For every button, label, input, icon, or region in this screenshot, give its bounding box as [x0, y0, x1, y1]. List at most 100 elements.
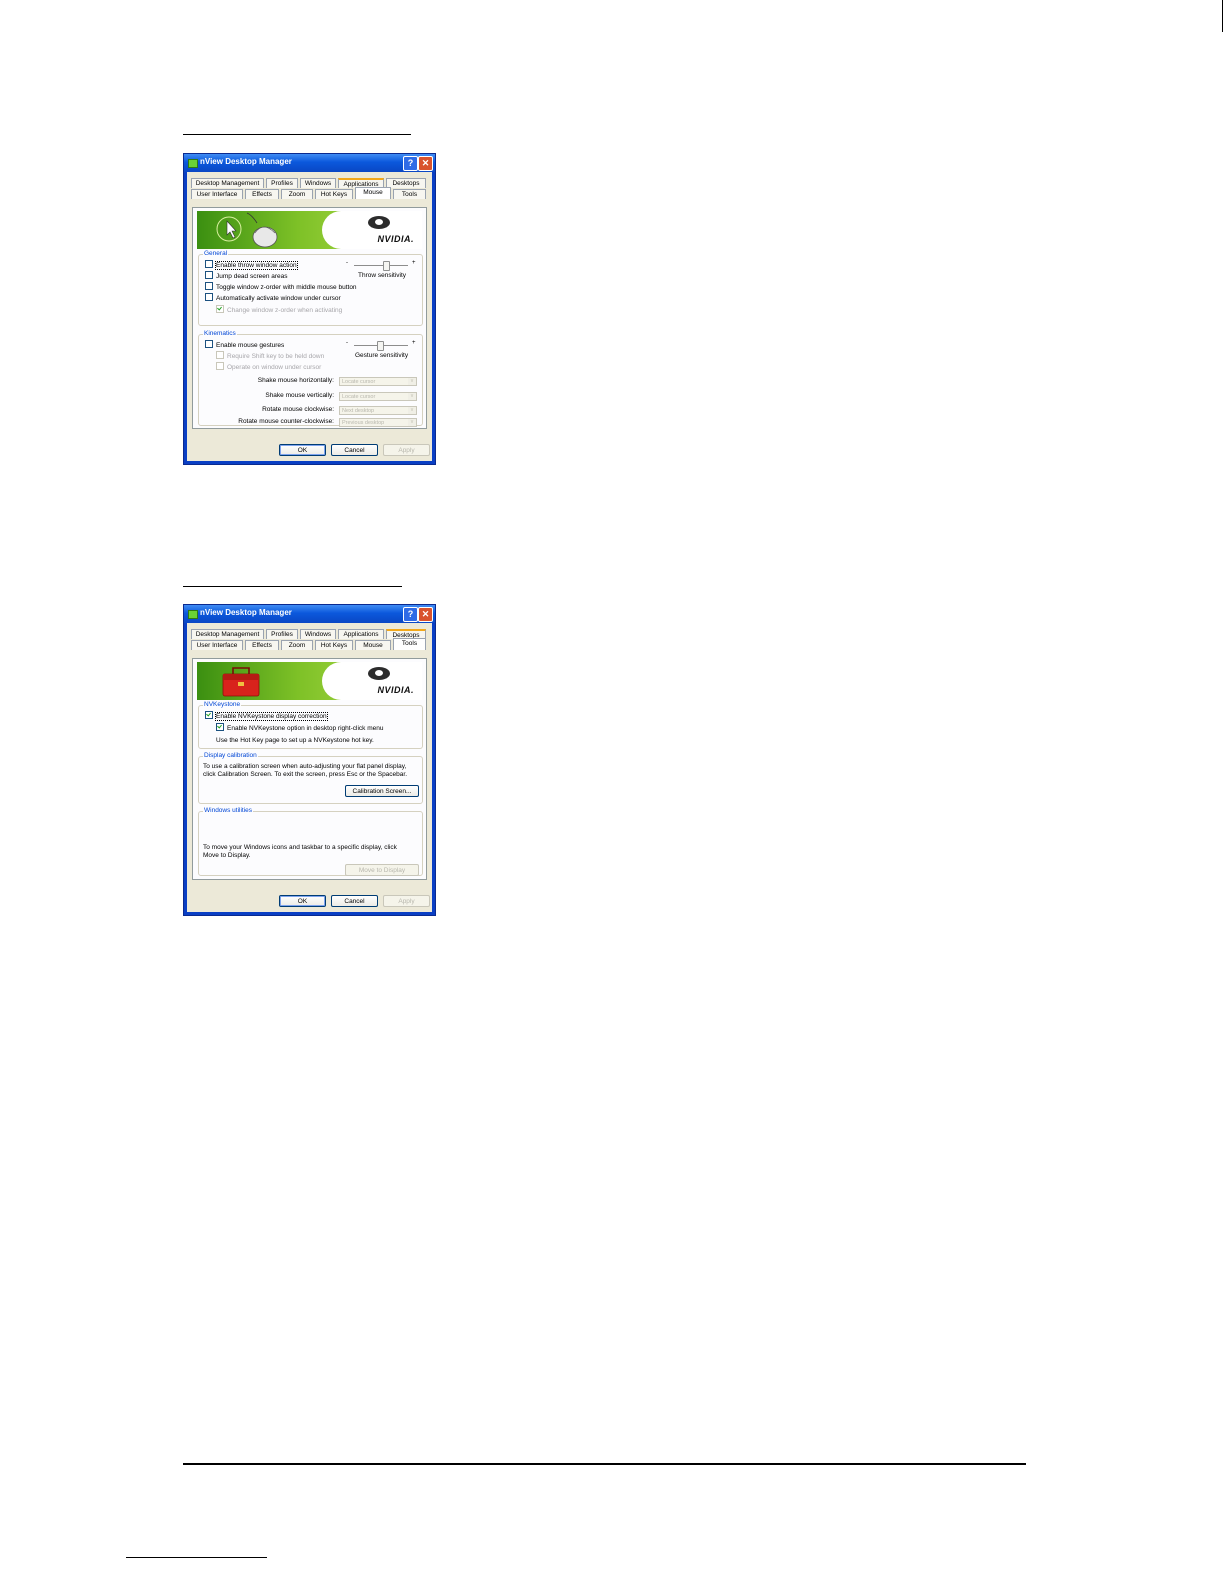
- nview-app-icon: [188, 610, 198, 619]
- throw-sensitivity-label: Throw sensitivity: [358, 272, 407, 279]
- tab-tools[interactable]: Tools: [393, 638, 426, 650]
- tab-desktop-management[interactable]: Desktop Management: [191, 629, 264, 639]
- checkbox-box[interactable]: [205, 271, 213, 280]
- nvidia-logo-area: NVIDIA.: [322, 662, 422, 700]
- calibration-text-1: To use a calibration screen when auto-ad…: [203, 763, 407, 770]
- checkbox-label: Enable throw window action: [215, 261, 298, 270]
- windows-utilities-text-1: To move your Windows icons and taskbar t…: [203, 844, 397, 851]
- tab-desktops[interactable]: Desktops: [386, 178, 426, 188]
- ok-button[interactable]: OK: [279, 895, 326, 907]
- nvidia-eye-icon: [368, 667, 390, 680]
- checkbox-label: Enable NVKeystone display correction: [215, 712, 328, 721]
- change-zorder-checkbox[interactable]: Change window z-order when activating: [216, 305, 343, 315]
- dialog-title: nView Desktop Manager: [200, 157, 292, 166]
- caption-rule-2: [183, 586, 402, 587]
- cancel-button[interactable]: Cancel: [331, 444, 378, 456]
- help-button[interactable]: ?: [403, 156, 418, 171]
- close-button[interactable]: ✕: [418, 607, 433, 622]
- tab-profiles[interactable]: Profiles: [266, 629, 298, 639]
- checkbox-box[interactable]: [216, 362, 224, 371]
- tab-user-interface[interactable]: User Interface: [191, 640, 243, 650]
- tab-hot-keys[interactable]: Hot Keys: [315, 640, 353, 650]
- tab-zoom[interactable]: Zoom: [281, 640, 313, 650]
- tab-mouse[interactable]: Mouse: [355, 640, 391, 650]
- close-button[interactable]: ✕: [418, 156, 433, 171]
- rotate-counter-clockwise-select[interactable]: Previous desktop v: [339, 418, 417, 427]
- checkbox-box[interactable]: [205, 282, 213, 291]
- mouse-gestures-checkbox[interactable]: Enable mouse gestures: [205, 340, 284, 350]
- tab-effects[interactable]: Effects: [245, 189, 279, 199]
- chevron-down-icon[interactable]: v: [408, 378, 416, 385]
- tab-profiles[interactable]: Profiles: [266, 178, 298, 188]
- tools-banner: NVIDIA.: [197, 662, 422, 700]
- apply-button[interactable]: Apply: [383, 895, 430, 907]
- tab-windows[interactable]: Windows: [300, 629, 336, 639]
- title-bar: nView Desktop Manager ? ✕: [184, 154, 435, 172]
- checkbox-box[interactable]: [205, 260, 213, 269]
- checkbox-label: Enable NVKeystone option in desktop righ…: [227, 725, 384, 732]
- calibration-screen-button[interactable]: Calibration Screen...: [345, 785, 419, 797]
- general-group: General Enable throw window action Jump …: [198, 250, 423, 326]
- tab-effects[interactable]: Effects: [245, 640, 279, 650]
- dialog-client: Desktop Management Profiles Windows Appl…: [187, 172, 432, 461]
- jump-dead-areas-checkbox[interactable]: Jump dead screen areas: [205, 271, 288, 281]
- tab-user-interface[interactable]: User Interface: [191, 189, 243, 199]
- tab-zoom[interactable]: Zoom: [281, 189, 313, 199]
- chevron-down-icon[interactable]: v: [408, 407, 416, 414]
- throw-window-checkbox[interactable]: Enable throw window action: [205, 260, 298, 270]
- slider-min-label: -: [346, 340, 348, 346]
- checkbox-box[interactable]: [216, 305, 224, 314]
- title-bar: nView Desktop Manager ? ✕: [184, 605, 435, 623]
- tab-desktop-management[interactable]: Desktop Management: [191, 178, 264, 188]
- mouse-tab-panel: NVIDIA. General Enable throw window acti…: [192, 207, 427, 429]
- checkbox-box[interactable]: [205, 340, 213, 349]
- shake-vertical-label: Shake mouse vertically:: [265, 392, 334, 399]
- mouse-illustration-icon: [216, 212, 278, 248]
- nvkeystone-menu-checkbox[interactable]: Enable NVKeystone option in desktop righ…: [216, 723, 384, 733]
- corner-rule: [1222, 0, 1223, 32]
- general-legend: General: [203, 250, 229, 257]
- select-value: Locate cursor: [342, 379, 376, 385]
- checkbox-label: Toggle window z-order with middle mouse …: [216, 284, 357, 291]
- slider-min-label: -: [346, 260, 348, 266]
- select-value: Next desktop: [342, 408, 375, 414]
- nvidia-logo: NVIDIA.: [377, 685, 414, 695]
- tab-hot-keys[interactable]: Hot Keys: [315, 189, 353, 199]
- enable-nvkeystone-checkbox[interactable]: Enable NVKeystone display correction: [205, 711, 328, 721]
- help-button[interactable]: ?: [403, 607, 418, 622]
- shake-horizontal-select[interactable]: Locate cursor v: [339, 377, 417, 386]
- calibration-legend: Display calibration: [203, 752, 258, 759]
- shake-vertical-select[interactable]: Locate cursor v: [339, 392, 417, 401]
- throw-slider-track[interactable]: [354, 265, 408, 266]
- tab-applications[interactable]: Applications: [338, 629, 384, 639]
- nvidia-logo: NVIDIA.: [377, 234, 414, 244]
- ok-button[interactable]: OK: [279, 444, 326, 456]
- checkbox-box[interactable]: [205, 711, 213, 720]
- checkbox-box[interactable]: [216, 351, 224, 360]
- nvidia-eye-icon: [368, 216, 390, 229]
- throw-slider-thumb[interactable]: [383, 261, 390, 271]
- rotate-clockwise-label: Rotate mouse clockwise:: [262, 406, 334, 413]
- chevron-down-icon[interactable]: v: [408, 419, 416, 426]
- apply-button[interactable]: Apply: [383, 444, 430, 456]
- cancel-button[interactable]: Cancel: [331, 895, 378, 907]
- select-value: Locate cursor: [342, 394, 376, 400]
- checkbox-label: Change window z-order when activating: [227, 307, 343, 314]
- dialog-client: Desktop Management Profiles Windows Appl…: [187, 623, 432, 912]
- checkbox-box[interactable]: [205, 293, 213, 302]
- windows-utilities-text-2: Move to Display.: [203, 852, 251, 859]
- tab-windows[interactable]: Windows: [300, 178, 336, 188]
- tab-tools[interactable]: Tools: [393, 189, 426, 199]
- chevron-down-icon[interactable]: v: [408, 393, 416, 400]
- move-to-display-button[interactable]: Move to Display: [345, 864, 419, 876]
- gesture-slider-thumb[interactable]: [377, 341, 384, 351]
- require-shift-checkbox[interactable]: Require Shift key to be held down: [216, 351, 325, 361]
- checkbox-box[interactable]: [216, 723, 224, 732]
- rotate-clockwise-select[interactable]: Next desktop v: [339, 406, 417, 415]
- checkbox-label: Require Shift key to be held down: [227, 353, 325, 360]
- tab-mouse[interactable]: Mouse: [355, 187, 391, 199]
- auto-activate-checkbox[interactable]: Automatically activate window under curs…: [205, 293, 341, 303]
- toggle-zorder-checkbox[interactable]: Toggle window z-order with middle mouse …: [205, 282, 357, 292]
- nvkeystone-hint: Use the Hot Key page to set up a NVKeyst…: [216, 737, 374, 744]
- operate-under-cursor-checkbox[interactable]: Operate on window under cursor: [216, 362, 321, 372]
